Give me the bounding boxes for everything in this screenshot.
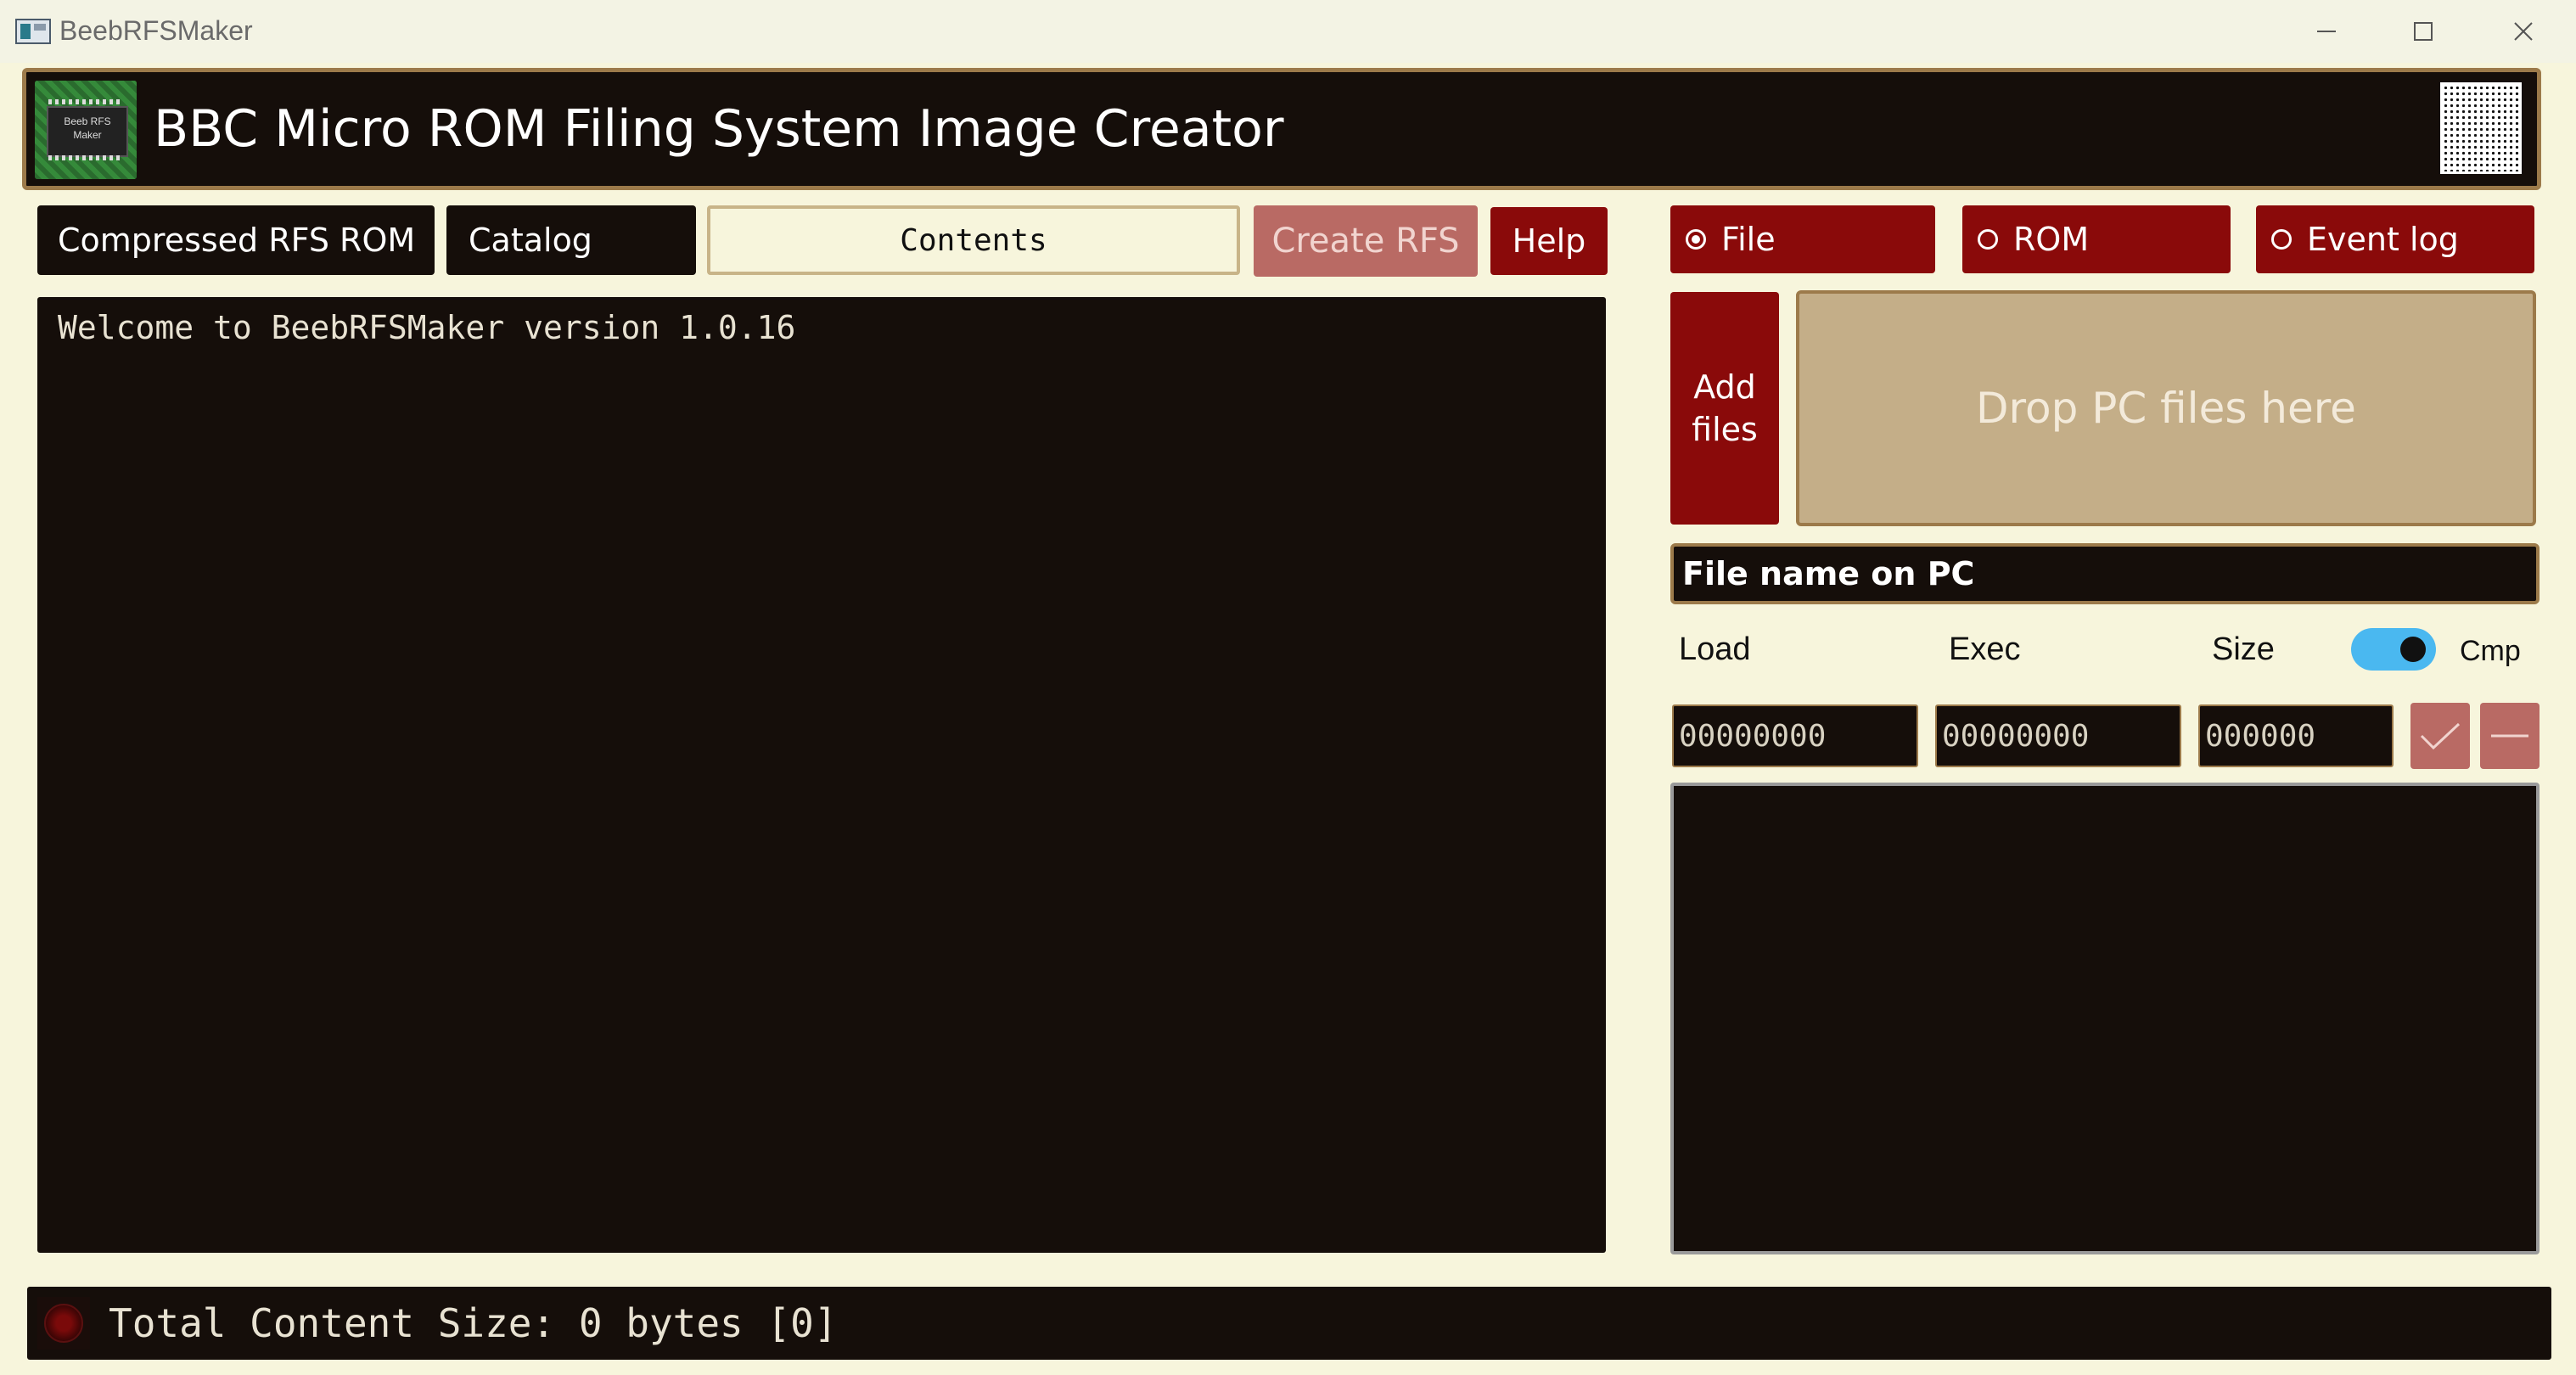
page-title: BBC Micro ROM Filing System Image Creato… xyxy=(154,99,1284,159)
radio-selected-icon xyxy=(1686,229,1706,250)
window-titlebar: BeebRFSMaker xyxy=(0,0,2576,63)
window-title: BeebRFSMaker xyxy=(59,15,253,46)
maximize-icon xyxy=(2414,22,2433,41)
filename-on-pc-field: File name on PC xyxy=(1670,543,2540,604)
radio-file-label: File xyxy=(1721,221,1776,258)
radio-event-log[interactable]: Event log xyxy=(2256,205,2534,273)
minimize-icon xyxy=(2317,31,2336,32)
maximize-button[interactable] xyxy=(2394,8,2453,54)
create-rfs-button[interactable]: Create RFS xyxy=(1254,205,1478,277)
checkmark-icon xyxy=(2420,722,2461,750)
acorn-owl-icon xyxy=(2440,82,2522,174)
rom-chip-icon: Beeb RFS Maker xyxy=(35,81,137,179)
total-content-size: Total Content Size: 0 bytes [0] xyxy=(109,1300,838,1346)
logo-text: Beeb RFS Maker xyxy=(64,115,111,141)
cmp-label: Cmp xyxy=(2460,635,2521,667)
add-files-button[interactable]: Add files xyxy=(1670,292,1779,525)
close-button[interactable] xyxy=(2494,8,2553,54)
app-icon xyxy=(15,19,51,44)
load-label: Load xyxy=(1679,631,1751,667)
app-header: Beeb RFS Maker BBC Micro ROM Filing Syst… xyxy=(22,68,2541,190)
add-files-label-line2: files xyxy=(1692,411,1758,448)
radio-rom[interactable]: ROM xyxy=(1962,205,2231,273)
size-input[interactable]: 000000 xyxy=(2198,704,2394,767)
exec-label: Exec xyxy=(1949,631,2021,667)
minimize-button[interactable] xyxy=(2297,8,2356,54)
compress-toggle[interactable] xyxy=(2351,628,2436,671)
tab-catalog[interactable]: Catalog xyxy=(446,205,696,275)
radio-event-log-label: Event log xyxy=(2307,221,2459,258)
status-bar: Total Content Size: 0 bytes [0] xyxy=(27,1287,2551,1360)
add-files-label-line1: Add xyxy=(1693,368,1756,406)
radio-file[interactable]: File xyxy=(1670,205,1935,273)
load-address-input[interactable]: 00000000 xyxy=(1672,704,1918,767)
apply-button[interactable] xyxy=(2410,703,2470,769)
welcome-message: Welcome to BeebRFSMaker version 1.0.16 xyxy=(58,309,796,346)
minus-icon xyxy=(2491,734,2528,738)
file-drop-zone[interactable]: Drop PC files here xyxy=(1796,290,2536,526)
radio-unselected-icon xyxy=(2271,229,2292,250)
help-button[interactable]: Help xyxy=(1490,207,1608,275)
file-list[interactable] xyxy=(1670,783,2540,1254)
close-icon xyxy=(2514,22,2533,41)
status-led-icon xyxy=(37,1297,90,1350)
radio-unselected-icon xyxy=(1978,229,1998,250)
size-label: Size xyxy=(2212,631,2275,667)
radio-rom-label: ROM xyxy=(2013,221,2090,258)
contents-output[interactable]: Welcome to BeebRFSMaker version 1.0.16 xyxy=(37,297,1606,1253)
exec-address-input[interactable]: 00000000 xyxy=(1935,704,2181,767)
tab-compressed-rfs-rom[interactable]: Compressed RFS ROM xyxy=(37,205,435,275)
remove-button[interactable] xyxy=(2480,703,2540,769)
tab-contents[interactable]: Contents xyxy=(707,205,1240,275)
drop-zone-label: Drop PC files here xyxy=(1976,384,2356,433)
